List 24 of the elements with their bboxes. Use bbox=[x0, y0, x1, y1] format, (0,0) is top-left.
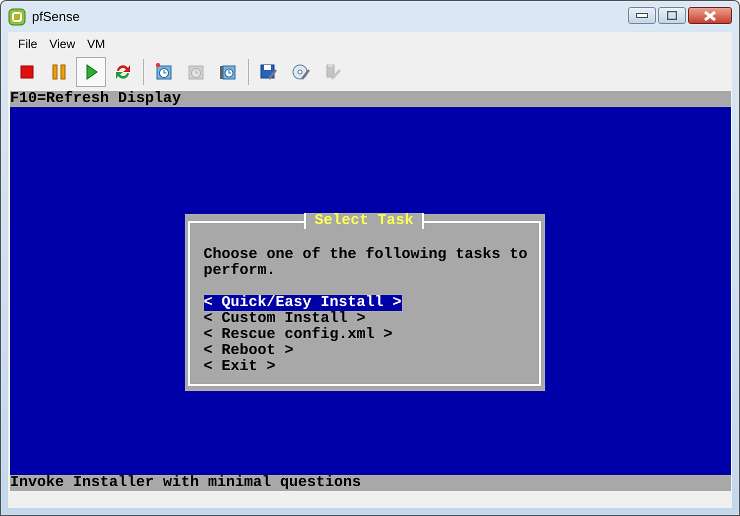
console-top-bar: F10=Refresh Display bbox=[10, 91, 731, 107]
console-status-bar: Invoke Installer with minimal questions bbox=[10, 475, 731, 491]
menu-item[interactable]: File bbox=[12, 35, 44, 53]
window-title: pfSense bbox=[32, 9, 80, 24]
menu-option[interactable]: < Reboot > bbox=[204, 342, 294, 358]
menu-item[interactable]: View bbox=[43, 35, 82, 53]
floppy-wrench-icon bbox=[259, 62, 279, 82]
menu-option[interactable]: < Exit > bbox=[204, 358, 276, 374]
minimize-icon bbox=[636, 13, 648, 18]
menu-option[interactable]: < Rescue config.xml > bbox=[204, 326, 393, 342]
menu-item[interactable]: VM bbox=[81, 35, 112, 53]
dialog-title: Select Task bbox=[304, 212, 424, 228]
app-logo-icon bbox=[8, 8, 26, 26]
close-icon bbox=[703, 10, 717, 20]
toolbar-button[interactable] bbox=[76, 57, 106, 87]
menu-option[interactable]: < Quick/Easy Install > bbox=[204, 294, 402, 310]
maximize-button[interactable] bbox=[658, 7, 686, 24]
disc-wrench-icon bbox=[291, 62, 311, 82]
maximize-icon bbox=[667, 11, 677, 20]
minimize-button[interactable] bbox=[628, 7, 656, 24]
dialog-prompt: Choose one of the following tasks to perform. bbox=[204, 246, 529, 278]
close-button[interactable] bbox=[688, 7, 732, 24]
clock-icon bbox=[154, 62, 174, 82]
menu-option[interactable]: < Custom Install > bbox=[204, 310, 366, 326]
